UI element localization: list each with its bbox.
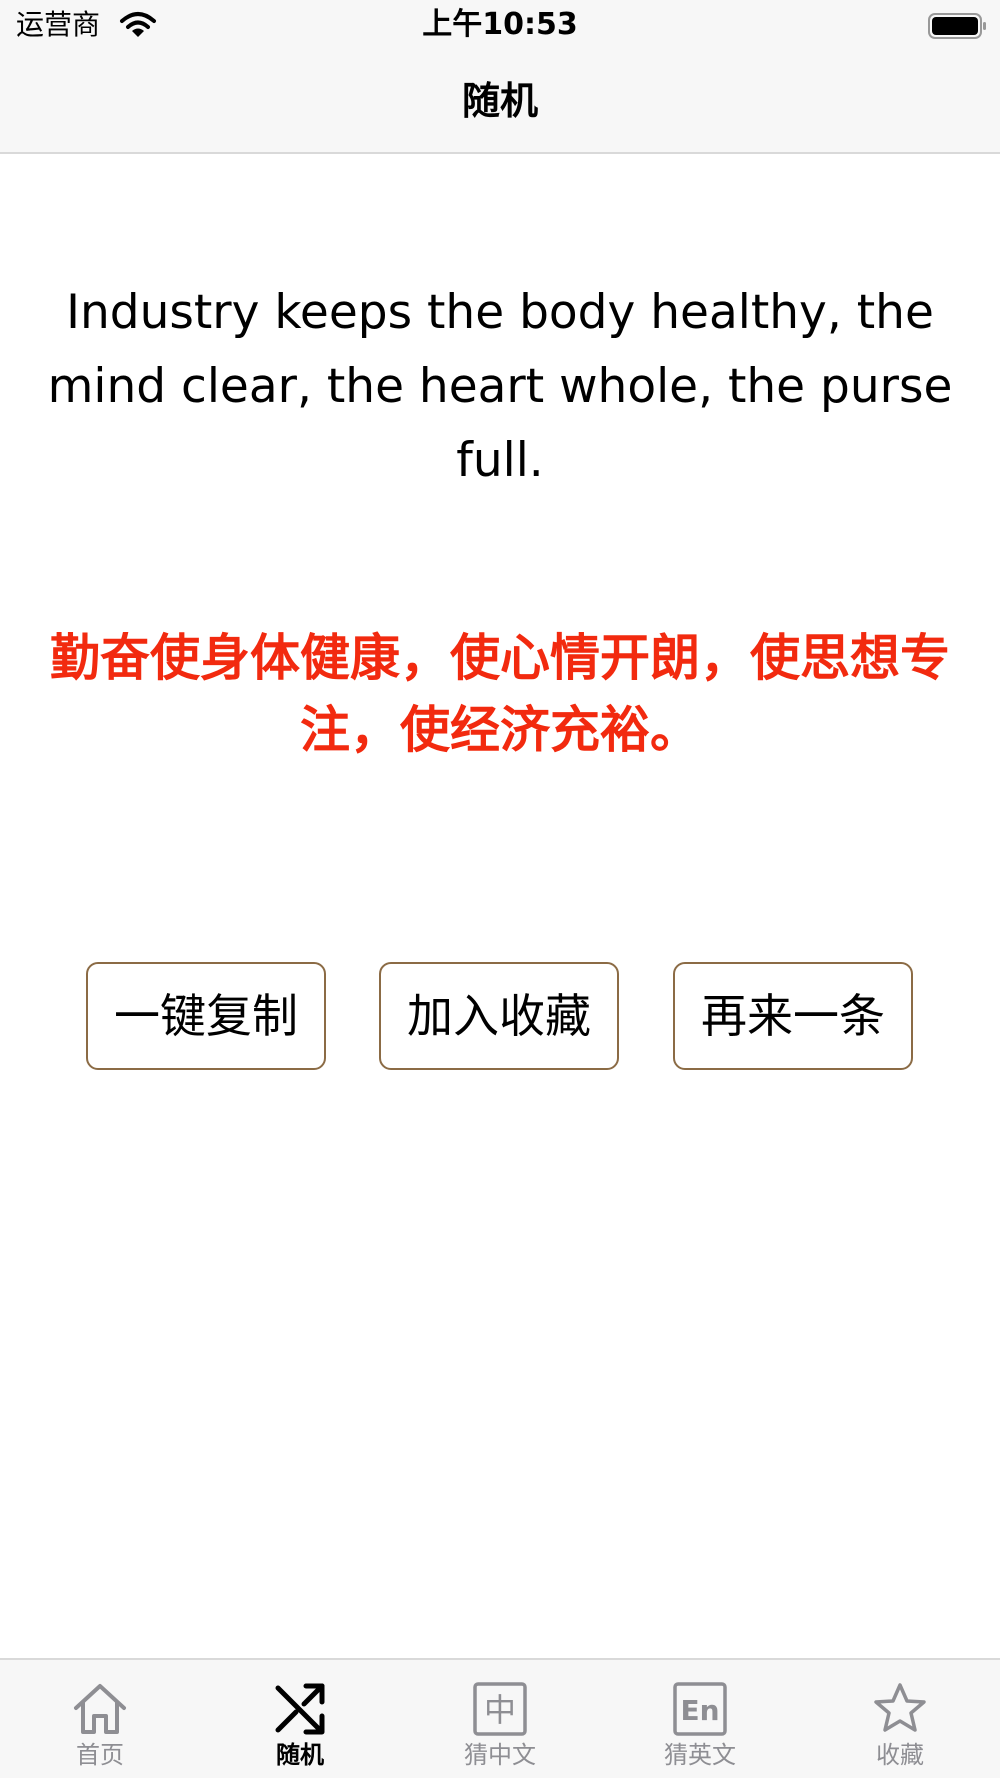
star-icon <box>874 1683 926 1732</box>
tab-label: 猜中文 <box>464 1741 536 1769</box>
add-favorite-button[interactable]: 加入收藏 <box>379 962 619 1070</box>
quote-chinese: 勤奋使身体健康，使心情开朗，使思想专注，使经济充裕。 <box>50 629 950 759</box>
tab-label: 随机 <box>276 1741 324 1769</box>
quote-english: Industry keeps the body healthy, the min… <box>47 285 953 488</box>
tab-random[interactable]: 随机 <box>200 1660 400 1778</box>
tab-label: 收藏 <box>876 1741 924 1769</box>
tab-guess-english[interactable]: En 猜英文 <box>600 1660 800 1778</box>
copy-button[interactable]: 一键复制 <box>86 962 326 1070</box>
tab-bar: 首页 随机 中 猜中文 En 猜英文 收藏 <box>0 1658 1000 1778</box>
tab-favorites[interactable]: 收藏 <box>800 1660 1000 1778</box>
page-title: 随机 <box>461 79 538 123</box>
navigation-bar: 随机 <box>0 52 1000 154</box>
battery-icon <box>928 13 986 39</box>
status-time: 上午10:53 <box>422 7 578 42</box>
svg-text:中: 中 <box>484 1691 516 1729</box>
status-bar: 运营商 上午10:53 <box>0 0 1000 52</box>
tab-label: 猜英文 <box>664 1741 736 1769</box>
en-letters-icon: En <box>673 1682 727 1736</box>
tab-home[interactable]: 首页 <box>0 1660 200 1778</box>
zh-char-icon: 中 <box>473 1682 527 1736</box>
tab-label: 首页 <box>76 1741 124 1769</box>
action-buttons: 一键复制 加入收藏 再来一条 <box>0 962 1000 1072</box>
home-icon <box>74 1684 126 1734</box>
svg-text:En: En <box>680 1694 719 1727</box>
shuffle-icon <box>275 1683 325 1735</box>
next-quote-button[interactable]: 再来一条 <box>673 962 913 1070</box>
tab-guess-chinese[interactable]: 中 猜中文 <box>400 1660 600 1778</box>
